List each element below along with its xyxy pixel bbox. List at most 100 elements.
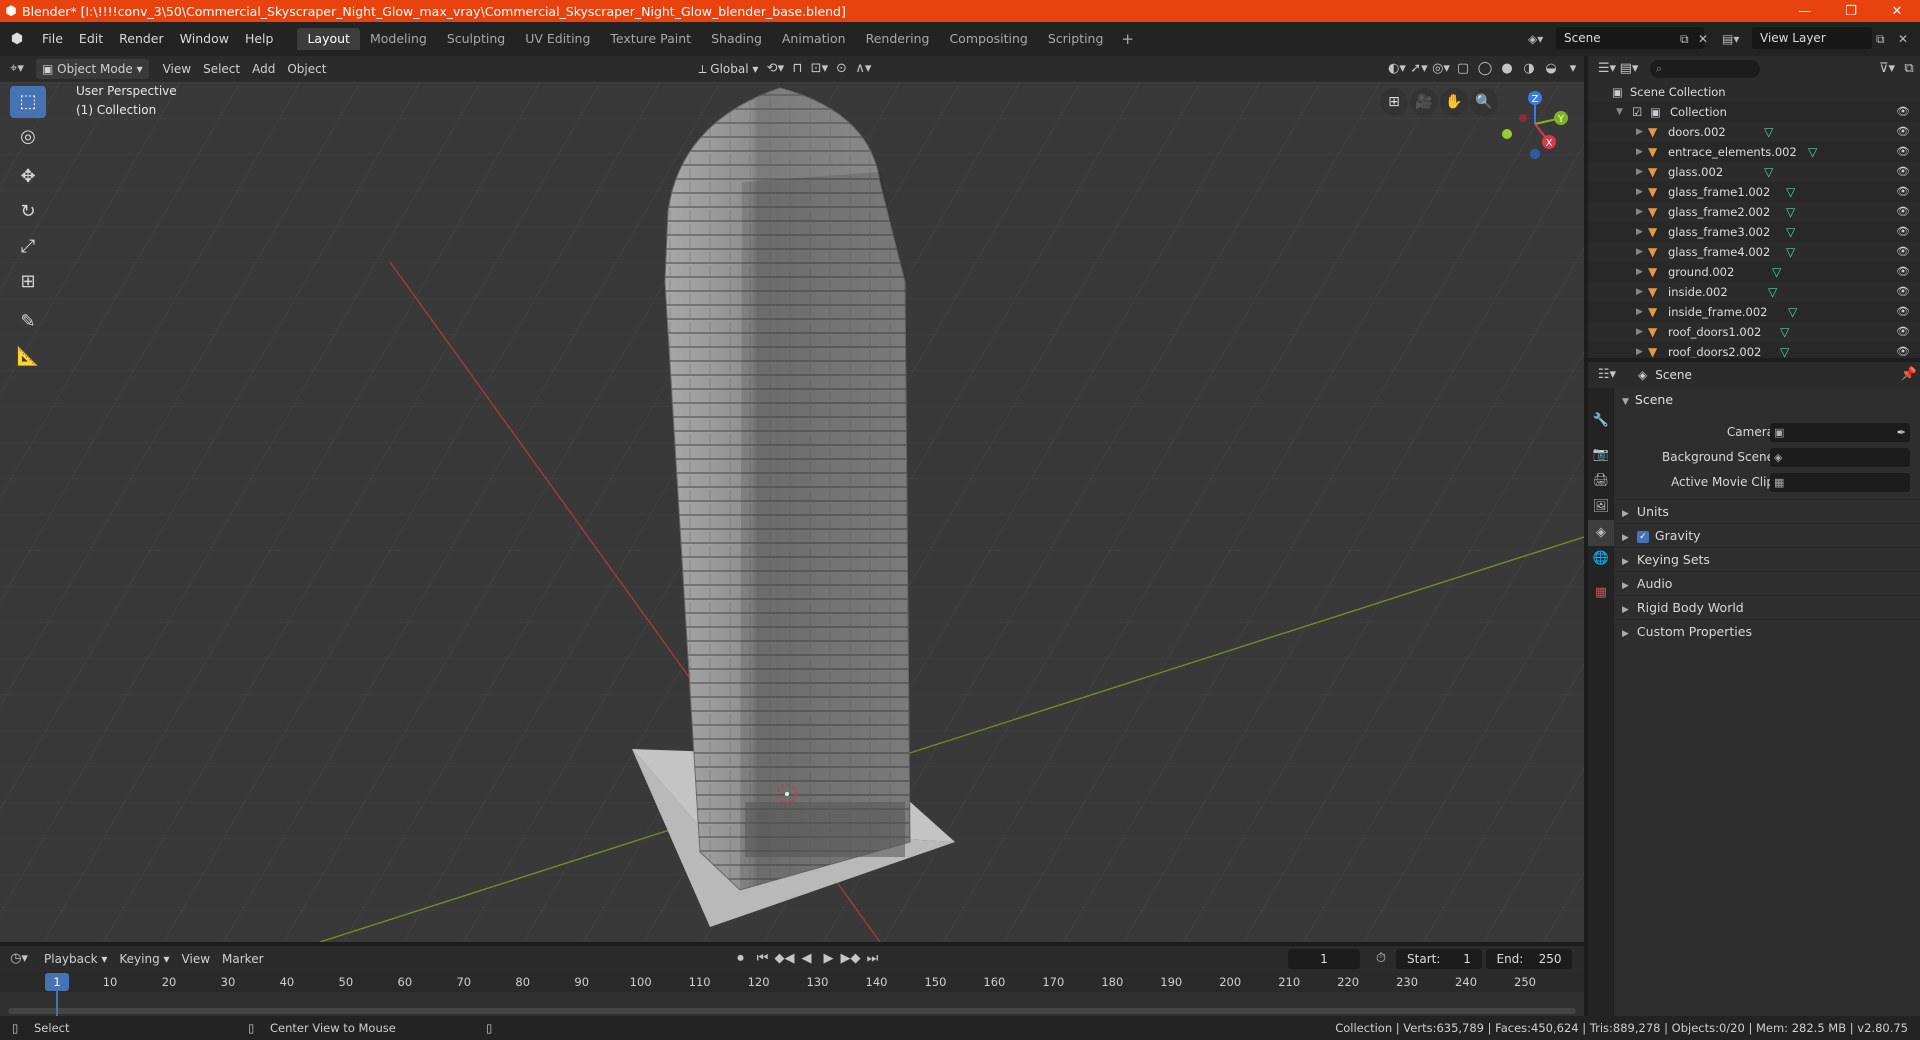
camera-field[interactable]: ▣ ✒	[1770, 423, 1910, 442]
gravity-checkbox[interactable]: ✓	[1636, 530, 1649, 543]
tab-animation[interactable]: Animation	[772, 28, 856, 50]
menu-file[interactable]: File	[34, 28, 71, 50]
menu-window[interactable]: Window	[172, 28, 237, 50]
view-layer-properties-tab-icon[interactable]: 🖼	[1588, 494, 1614, 520]
pan-hand-icon[interactable]: ✋	[1440, 88, 1468, 116]
move-tool-icon[interactable]: ✥	[10, 161, 46, 193]
snap-target-icon[interactable]: ⊡▾	[808, 59, 830, 79]
tab-sculpting[interactable]: Sculpting	[437, 28, 515, 50]
units-panel[interactable]: ▶ Units	[1614, 499, 1920, 523]
outliner-object-row[interactable]: ▶ ▼ inside_frame.002 ▽ 👁	[1588, 302, 1920, 322]
menu-object[interactable]: Object	[281, 59, 332, 79]
mesh-data-icon[interactable]: ▽	[1786, 182, 1795, 202]
object-expand-icon[interactable]: ▶	[1636, 122, 1643, 142]
rendered-shading-icon[interactable]: ◒	[1540, 59, 1562, 79]
wireframe-shading-icon[interactable]: ◯	[1474, 59, 1496, 79]
object-expand-icon[interactable]: ▶	[1636, 282, 1643, 302]
mesh-data-icon[interactable]: ▽	[1808, 142, 1817, 162]
world-properties-tab-icon[interactable]: 🌐	[1588, 546, 1614, 572]
eye-icon[interactable]: 👁	[1896, 222, 1910, 242]
mesh-data-icon[interactable]: ▽	[1786, 222, 1795, 242]
object-expand-icon[interactable]: ▶	[1636, 302, 1643, 322]
outliner-object-row[interactable]: ▶ ▼ ground.002 ▽ 👁	[1588, 262, 1920, 282]
playhead-line[interactable]	[56, 991, 58, 1016]
scene-panel-header[interactable]: ▼ Scene	[1614, 388, 1920, 412]
jump-end-icon[interactable]: ⏭	[862, 949, 884, 969]
next-keyframe-icon[interactable]: ▶◆	[840, 949, 862, 969]
gizmo-neg-z-icon[interactable]	[1530, 149, 1540, 159]
eye-icon[interactable]: 👁	[1896, 322, 1910, 342]
solid-shading-icon[interactable]: ●	[1496, 59, 1518, 79]
gizmo-neg-x-icon[interactable]	[1519, 114, 1527, 122]
playback-menu[interactable]: Playback ▾	[38, 949, 113, 969]
timeline-ruler[interactable]: 1 10 20 30 40 50 60 70 80 90 100 110 120 130 140 150 160…	[0, 972, 1584, 992]
eye-icon[interactable]: 👁	[1896, 102, 1910, 122]
properties-editor-type-icon[interactable]: ☷▾	[1596, 365, 1618, 385]
grid-view-icon[interactable]: ⊞	[1380, 88, 1408, 116]
annotate-tool-icon[interactable]: ✎	[10, 306, 46, 338]
shading-options-icon[interactable]: ▾	[1562, 59, 1584, 79]
filter-icon[interactable]: ⊽▾	[1876, 59, 1898, 79]
mesh-data-icon[interactable]: ▽	[1780, 322, 1789, 342]
outliner-object-row[interactable]: ▶ ▼ inside.002 ▽ 👁	[1588, 282, 1920, 302]
active-movie-clip-field[interactable]: ▦	[1770, 473, 1910, 492]
mesh-data-icon[interactable]: ▽	[1786, 202, 1795, 222]
scene-properties-tab-icon[interactable]: ◈	[1588, 520, 1614, 546]
measure-tool-icon[interactable]: 📐	[10, 341, 46, 373]
output-properties-tab-icon[interactable]: 🖨	[1588, 468, 1614, 494]
outliner-object-row[interactable]: ▶ ▼ glass_frame3.002 ▽ 👁	[1588, 222, 1920, 242]
outliner-object-row[interactable]: ▶ ▼ glass_frame4.002 ▽ 👁	[1588, 242, 1920, 262]
outliner-search-input[interactable]: ⌕	[1650, 60, 1760, 78]
outliner-object-row[interactable]: ▶ ▼ entrace_elements.002 ▽ 👁	[1588, 142, 1920, 162]
maximize-icon[interactable]: ❐	[1828, 4, 1874, 19]
falloff-icon[interactable]: ∧▾	[852, 59, 874, 79]
current-frame-field[interactable]: 1	[1288, 949, 1360, 969]
background-scene-field[interactable]: ◈	[1770, 448, 1910, 467]
view-layer-icon[interactable]: ▤▾	[1722, 28, 1739, 50]
menu-edit[interactable]: Edit	[71, 28, 111, 50]
eyedropper-icon[interactable]: ✒	[1897, 423, 1906, 442]
proportional-edit-icon[interactable]: ⊙	[830, 59, 852, 79]
editor-type-icon[interactable]: ⌖▾	[6, 59, 28, 79]
select-box-tool-icon[interactable]: ⬚	[10, 86, 46, 118]
menu-select[interactable]: Select	[197, 59, 246, 79]
outliner-object-row[interactable]: ▶ ▼ glass_frame2.002 ▽ 👁	[1588, 202, 1920, 222]
eye-icon[interactable]: 👁	[1896, 242, 1910, 262]
eye-icon[interactable]: 👁	[1896, 202, 1910, 222]
scene-icon[interactable]: ◈▾	[1528, 28, 1543, 50]
menu-help[interactable]: Help	[237, 28, 282, 50]
record-icon[interactable]: ⏺	[730, 949, 752, 969]
gravity-panel[interactable]: ▶ ✓ Gravity	[1614, 523, 1920, 547]
new-collection-icon[interactable]: ⧉	[1898, 59, 1920, 79]
end-frame-field[interactable]: End: 250	[1486, 949, 1572, 969]
eye-icon[interactable]: 👁	[1896, 302, 1910, 322]
outliner-object-row[interactable]: ▶ ▼ roof_doors1.002 ▽ 👁	[1588, 322, 1920, 342]
material-shading-icon[interactable]: ◑	[1518, 59, 1540, 79]
tab-modeling[interactable]: Modeling	[360, 28, 437, 50]
mesh-data-icon[interactable]: ▽	[1764, 162, 1773, 182]
timeline-scrollbar[interactable]	[8, 1008, 1576, 1014]
pin-icon[interactable]: 📌	[1898, 365, 1920, 385]
outliner-object-row[interactable]: ▶ ▼ glass_frame1.002 ▽ 👁	[1588, 182, 1920, 202]
eye-icon[interactable]: 👁	[1896, 262, 1910, 282]
eye-icon[interactable]: 👁	[1896, 122, 1910, 142]
timeline-editor-type-icon[interactable]: ◷▾	[8, 949, 30, 969]
close-icon[interactable]: ✕	[1874, 4, 1920, 19]
eye-icon[interactable]: 👁	[1896, 342, 1910, 358]
outliner-object-row[interactable]: ▶ ▼ glass.002 ▽ 👁	[1588, 162, 1920, 182]
snap-icon[interactable]: ⊓	[786, 59, 808, 79]
timeline-area[interactable]: 1 10 20 30 40 50 60 70 80 90 100 110 120 130 140 150 160…	[0, 972, 1584, 1016]
menu-view[interactable]: View	[157, 59, 197, 79]
scene-remove-icon[interactable]: ✕	[1698, 28, 1708, 50]
outliner-object-row[interactable]: ▶ ▼ roof_doors2.002 ▽ 👁	[1588, 342, 1920, 358]
play-icon[interactable]: ▶	[818, 949, 840, 969]
eye-icon[interactable]: 👁	[1896, 282, 1910, 302]
prev-keyframe-icon[interactable]: ◆◀	[774, 949, 796, 969]
minimize-icon[interactable]: —	[1782, 4, 1828, 19]
marker-menu[interactable]: Marker	[216, 949, 269, 969]
keying-sets-panel[interactable]: ▶ Keying Sets	[1614, 547, 1920, 571]
tab-shading[interactable]: Shading	[701, 28, 772, 50]
tab-compositing[interactable]: Compositing	[939, 28, 1037, 50]
xray-icon[interactable]: ▢	[1452, 59, 1474, 79]
eye-icon[interactable]: 👁	[1896, 142, 1910, 162]
